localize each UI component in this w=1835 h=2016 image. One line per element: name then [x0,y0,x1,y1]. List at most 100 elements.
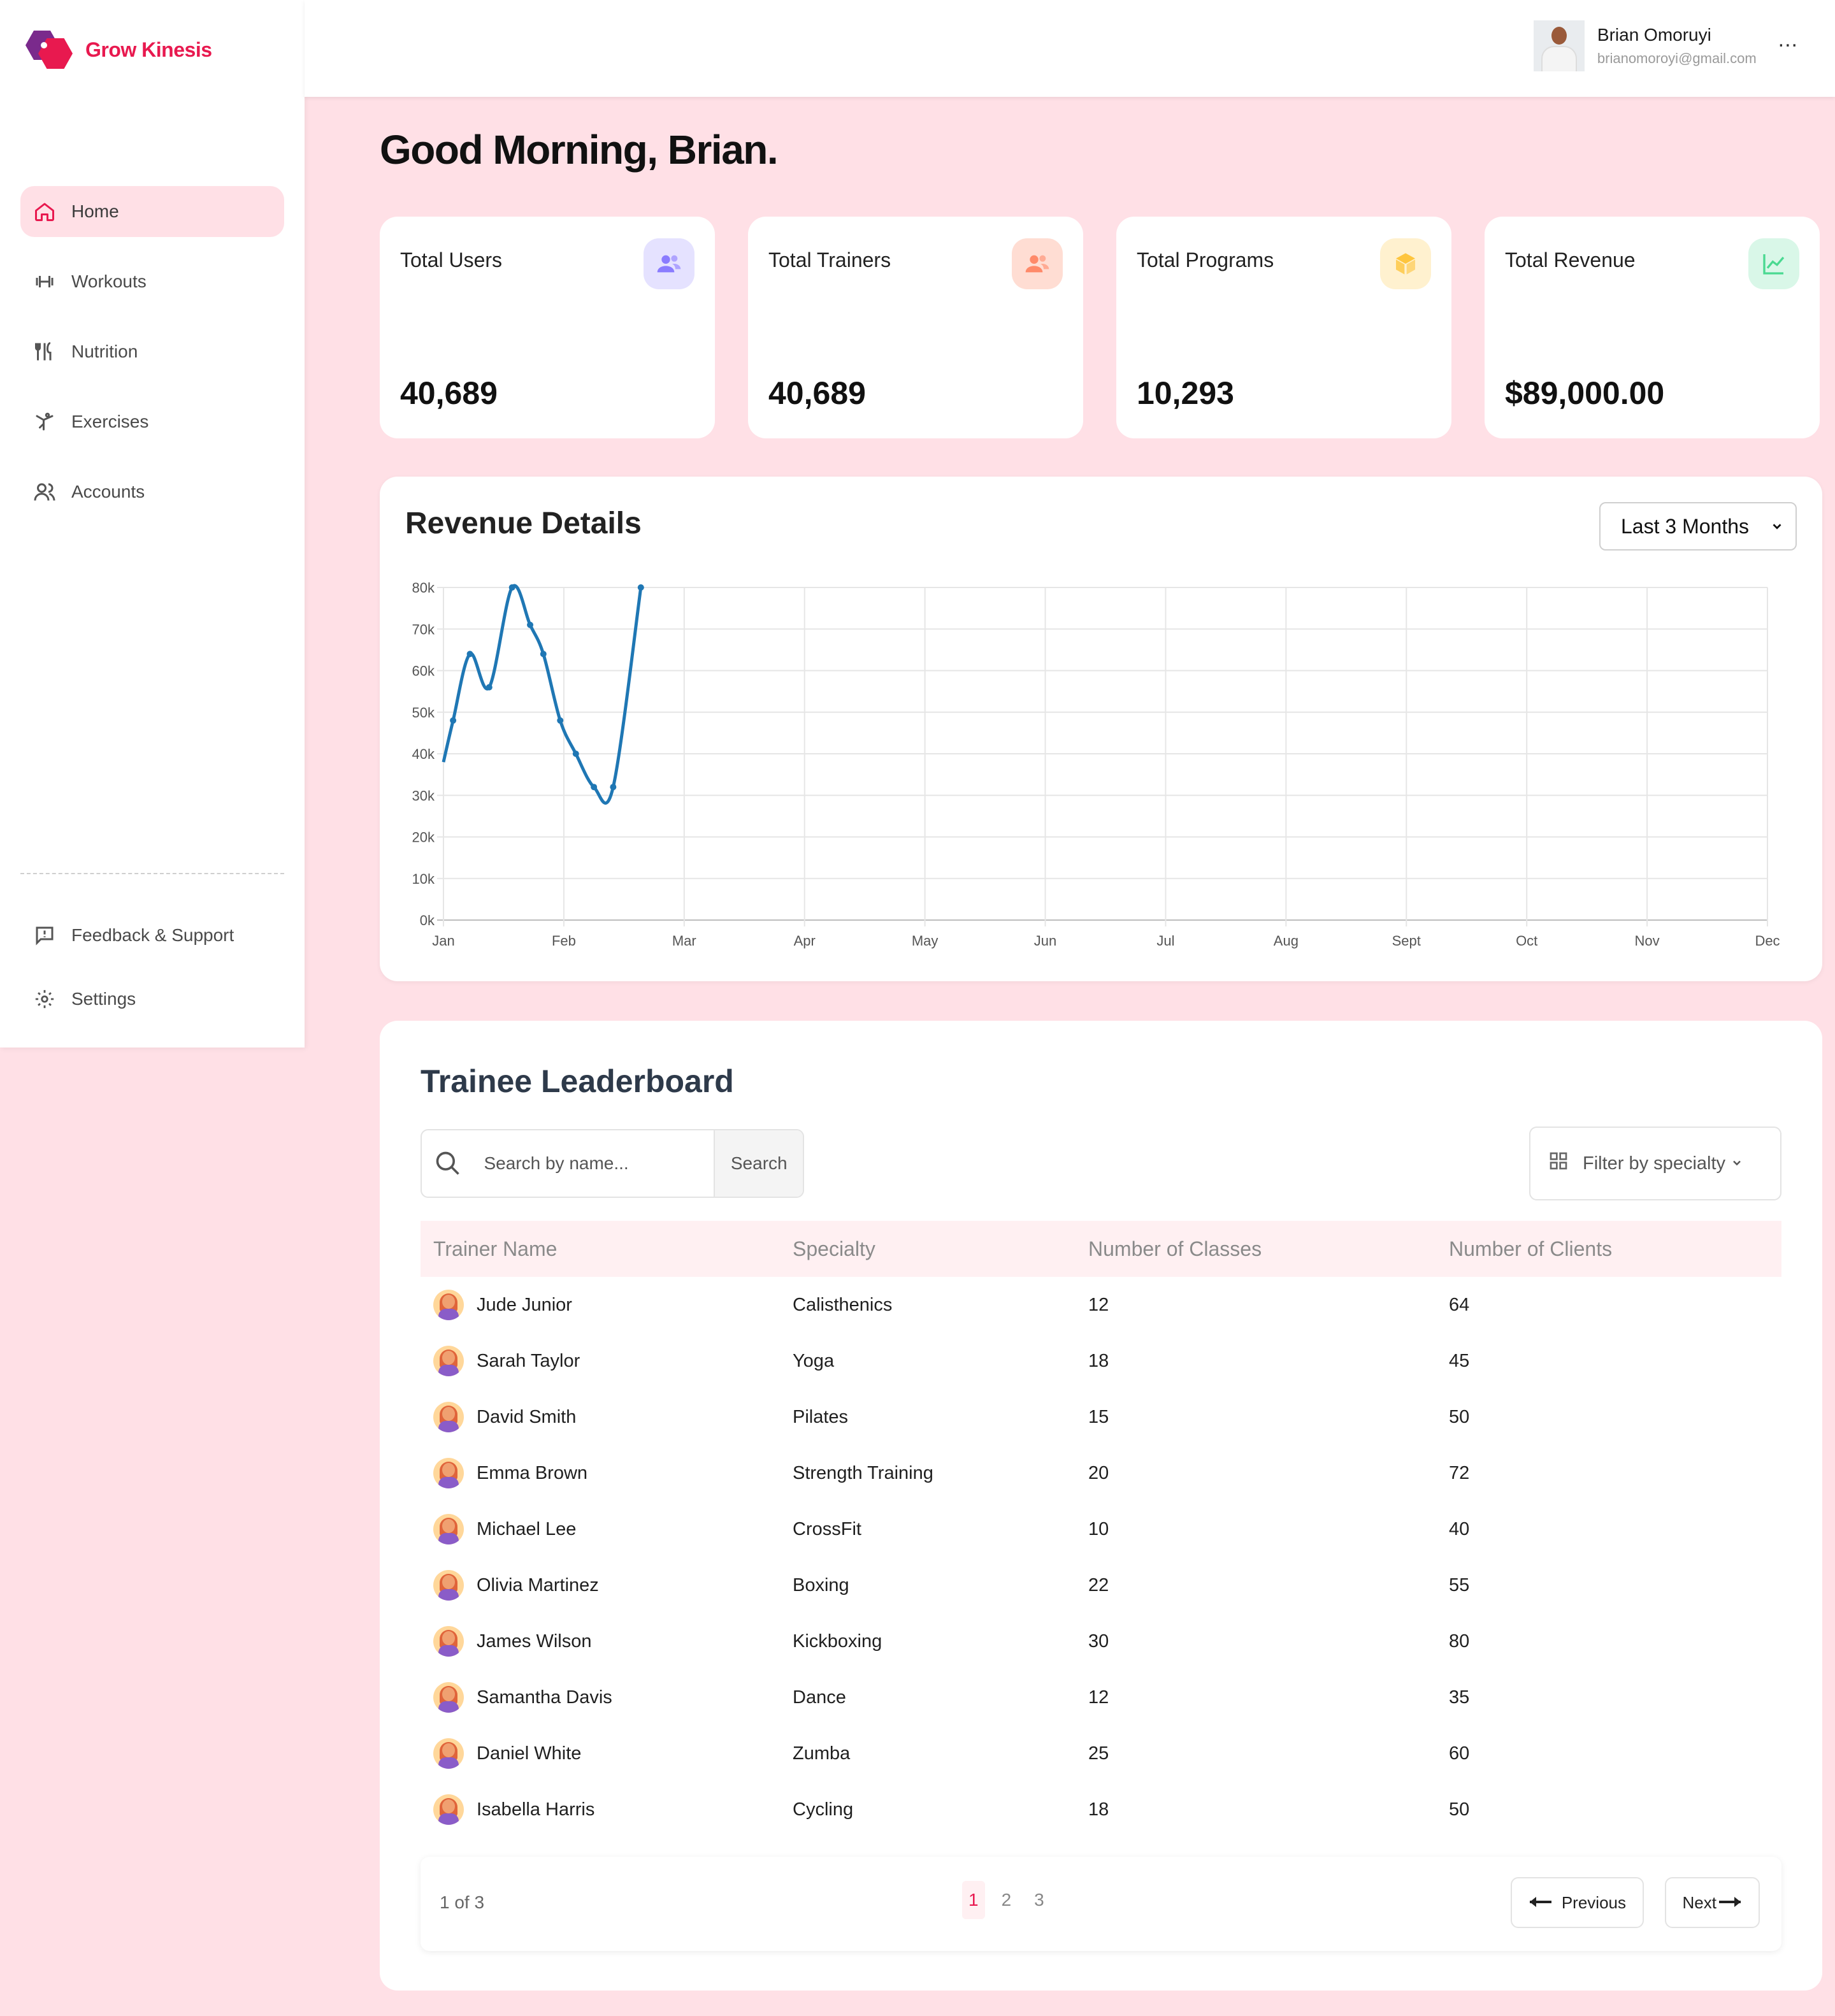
nav-item-label: Nutrition [71,342,138,361]
x-tick-label: Dec [1755,933,1780,949]
chart-line-icon [1748,238,1799,289]
specialty: Boxing [793,1574,849,1595]
avatar[interactable] [1533,20,1585,71]
x-tick-label: Mar [672,933,696,949]
arrow-right-icon [1718,1893,1742,1913]
trainer-name: Olivia Martinez [477,1574,599,1595]
table-row[interactable]: Emma Brown Strength Training 20 72 [421,1445,1781,1501]
classes-count: 18 [1088,1799,1109,1820]
y-tick-label: 60k [412,663,435,679]
filter-specialty-dropdown[interactable]: Filter by specialty [1529,1127,1781,1200]
table-row[interactable]: Isabella Harris Cycling 18 50 [421,1782,1781,1838]
search-icon [422,1130,473,1197]
users-icon [32,479,57,505]
nav-item-exercises[interactable]: Exercises [20,396,284,447]
data-point [527,621,534,628]
data-point [508,584,515,591]
table-row[interactable]: Samantha Davis Dance 12 35 [421,1669,1781,1725]
stat-title: Total Trainers [768,248,891,271]
table-row[interactable]: James Wilson Kickboxing 30 80 [421,1613,1781,1669]
clients-count: 60 [1449,1743,1470,1764]
main-nav: Home Workouts Nutrition Exercises Accoun… [20,186,284,536]
clients-count: 64 [1449,1294,1470,1315]
page-number[interactable]: 3 [1028,1881,1051,1919]
avatar [433,1570,464,1601]
brand-logo[interactable]: Grow Kinesis [25,31,212,69]
page-number[interactable]: 2 [995,1881,1018,1919]
nav-item-workouts[interactable]: Workouts [20,256,284,307]
clients-count: 50 [1449,1406,1470,1427]
x-tick-label: Jul [1156,933,1174,949]
y-tick-label: 70k [412,621,435,637]
page-number[interactable]: 1 [962,1881,985,1919]
dumbbell-icon [32,269,57,294]
table-row[interactable]: Michael Lee CrossFit 10 40 [421,1501,1781,1557]
nav-item-feedback[interactable]: Feedback & Support [20,910,284,961]
y-tick-label: 0k [420,912,435,928]
grid-icon [1548,1151,1569,1176]
more-options-icon[interactable]: ... [1778,27,1798,52]
column-header[interactable]: Number of Clients [1449,1237,1612,1261]
user-menu[interactable]: Brian Omoruyi brianomoroyi@gmail.com ... [1533,20,1798,71]
nav-item-nutrition[interactable]: Nutrition [20,326,284,377]
stat-cards: Total Users 40,689 Total Trainers 40,689… [380,217,1820,438]
nav-item-label: Accounts [71,482,145,501]
revenue-chart: 0k 10k 20k 30k 40k 50k 60k 70k 80k Jan Feb Mar Apr Ma… [412,580,1780,949]
trainer-cell: Olivia Martinez [433,1570,599,1601]
trainer-name: Jude Junior [477,1294,572,1315]
table-row[interactable]: Daniel White Zumba 25 60 [421,1725,1781,1782]
data-point [466,651,473,658]
data-point [450,717,457,724]
next-button[interactable]: Next [1664,1877,1760,1928]
trainer-cell: James Wilson [433,1626,592,1657]
classes-count: 20 [1088,1462,1109,1483]
x-tick-label: Feb [552,933,576,949]
x-tick-label: Aug [1274,933,1299,949]
home-icon [32,199,57,224]
previous-label: Previous [1561,1892,1626,1912]
stat-value: 40,689 [768,375,866,411]
x-tick-label: Sept [1392,933,1421,949]
trainer-cell: Michael Lee [433,1514,576,1544]
clients-count: 40 [1449,1518,1470,1539]
specialty: Cycling [793,1799,854,1820]
nav-item-label: Home [71,201,119,221]
classes-count: 12 [1088,1687,1109,1708]
nav-item-accounts[interactable]: Accounts [20,466,284,517]
nav-item-label: Exercises [71,412,149,431]
filter-label: Filter by specialty [1583,1153,1726,1174]
x-tick-label: May [912,933,939,949]
column-header[interactable]: Trainer Name [433,1237,557,1261]
trainer-name: James Wilson [477,1631,592,1652]
avatar [433,1794,464,1825]
search-button[interactable]: Search [714,1130,803,1197]
column-header[interactable]: Number of Classes [1088,1237,1262,1261]
table-row[interactable]: Jude Junior Calisthenics 12 64 [421,1277,1781,1333]
clients-count: 72 [1449,1462,1470,1483]
utensils-icon [32,339,57,364]
column-header[interactable]: Specialty [793,1237,875,1261]
classes-count: 10 [1088,1518,1109,1539]
avatar [433,1514,464,1544]
revenue-card: Revenue Details Last 3 Months 0k 10k 20k 30… [380,477,1822,981]
table-row[interactable]: David Smith Pilates 15 50 [421,1389,1781,1445]
series-line [442,584,643,805]
trainer-name: Isabella Harris [477,1799,595,1820]
x-tick-label: Oct [1516,933,1537,949]
trainer-cell: Daniel White [433,1738,581,1769]
y-tick-label: 10k [412,871,435,887]
leaderboard-title: Trainee Leaderboard [421,1063,734,1099]
trainer-cell: Samantha Davis [433,1682,612,1713]
table-row[interactable]: Olivia Martinez Boxing 22 55 [421,1557,1781,1613]
specialty: Dance [793,1687,846,1708]
nav-item-settings[interactable]: Settings [20,974,284,1025]
previous-button[interactable]: Previous [1510,1877,1644,1928]
search-input[interactable] [473,1130,714,1197]
nav-item-home[interactable]: Home [20,186,284,237]
avatar [433,1458,464,1488]
top-bar: Brian Omoruyi brianomoroyi@gmail.com ... [305,0,1835,97]
gear-icon [32,986,57,1012]
classes-count: 12 [1088,1294,1109,1315]
stat-card-programs: Total Programs 10,293 [1116,217,1451,438]
table-row[interactable]: Sarah Taylor Yoga 18 45 [421,1333,1781,1389]
